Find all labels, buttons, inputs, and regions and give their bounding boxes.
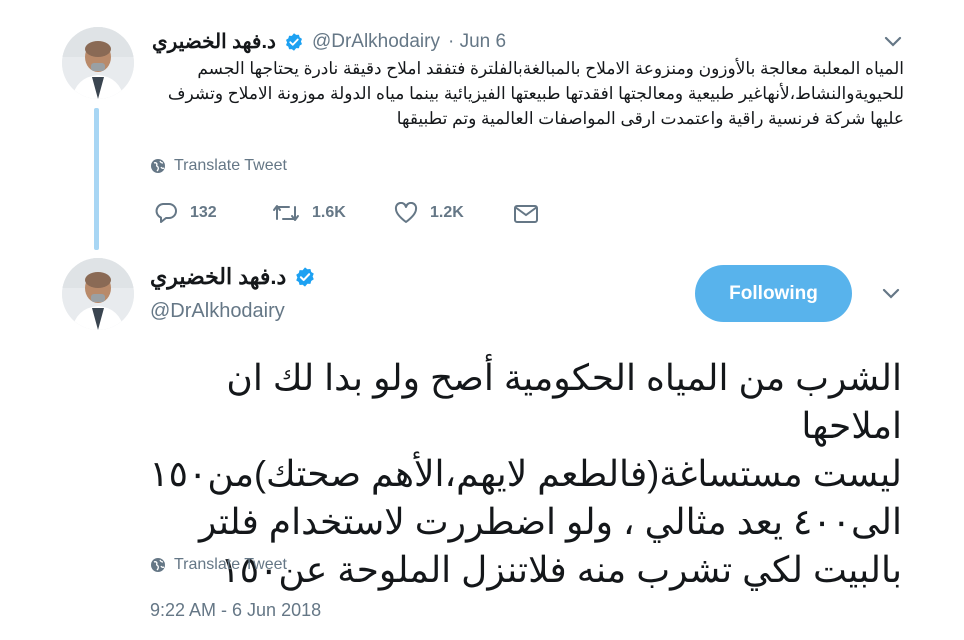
translate-tweet-link[interactable]: Translate Tweet (150, 157, 287, 175)
author-handle[interactable]: @DrAlkhodairy (312, 31, 440, 53)
reply-icon (155, 203, 177, 223)
chevron-down-icon[interactable] (884, 36, 902, 48)
like-action[interactable]: 1.2K (394, 202, 464, 224)
tweet1-line: عليها شركة فرنسية راقية واعتمدت ارقى الم… (396, 109, 904, 128)
retweet-icon (273, 205, 299, 221)
message-icon[interactable] (513, 204, 539, 224)
reply-action[interactable]: 132 (154, 202, 217, 224)
author-handle[interactable]: @DrAlkhodairy (150, 300, 285, 323)
like-count: 1.2K (430, 204, 464, 221)
tweet-date[interactable]: · Jun 6 (448, 31, 506, 53)
globe-icon (151, 159, 165, 173)
retweet-action[interactable]: 1.6K (272, 202, 346, 224)
avatar-image (62, 27, 134, 99)
thread-connector-line (94, 108, 99, 250)
retweet-count: 1.6K (312, 204, 346, 221)
verified-badge-icon (285, 32, 302, 51)
reply-count: 132 (190, 204, 217, 221)
tweet1-line: المياه المعلبة معالجة بالأوزون ومنزوعة ا… (197, 59, 904, 78)
globe-icon (151, 558, 165, 572)
chevron-down-icon[interactable] (882, 288, 900, 300)
avatar[interactable] (62, 258, 134, 330)
tweet2-line: الشرب من المياه الحكومية أصح ولو بدا لك … (226, 357, 902, 446)
tweet-timestamp[interactable]: 9:22 AM - 6 Jun 2018 (150, 600, 321, 621)
author-name[interactable]: د.فهد الخضيري (150, 264, 286, 290)
tweet2-header: د.فهد الخضيري (150, 264, 316, 290)
following-button[interactable]: Following (695, 265, 852, 322)
avatar-image (62, 258, 134, 330)
tweet1-header: د.فهد الخضيري @DrAlkhodairy · Jun 6 (152, 29, 506, 54)
author-name[interactable]: د.فهد الخضيري (152, 29, 276, 54)
avatar[interactable] (62, 27, 134, 99)
verified-badge-icon (296, 267, 315, 287)
like-icon (394, 202, 418, 223)
tweet2-line: ليست مستساغة(فالطعم لايهم،الأهم صحتك)من١… (149, 453, 902, 494)
translate-label[interactable]: Translate Tweet (174, 157, 287, 175)
translate-tweet-link[interactable]: Translate Tweet (150, 556, 287, 574)
tweet2-line: الى٤٠٠ يعد مثالي ، ولو اضطررت لاستخدام ف… (198, 501, 902, 542)
tweet1-text: المياه المعلبة معالجة بالأوزون ومنزوعة ا… (144, 56, 904, 131)
tweet1-line: للحيويةوالنشاط،لأنهاغير طبيعية ومعالجتها… (167, 84, 904, 103)
translate-label[interactable]: Translate Tweet (174, 556, 287, 574)
